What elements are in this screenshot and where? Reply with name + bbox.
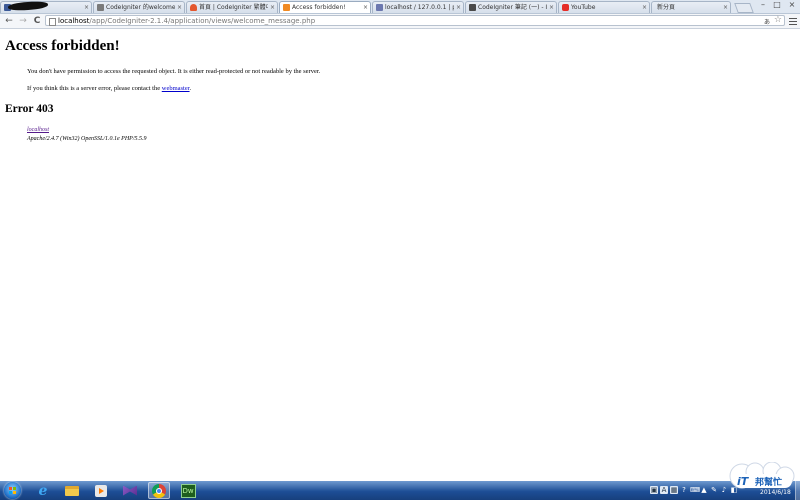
tab-access-forbidden[interactable]: Access forbidden! × <box>279 1 371 13</box>
tab-codeigniter-notes[interactable]: CodeIgniter 筆記 (一) - I × <box>465 1 557 13</box>
url-host: localhost <box>58 17 90 25</box>
tray-ime-icon[interactable]: ▣ <box>650 486 658 494</box>
localhost-link[interactable]: localhost <box>27 127 49 133</box>
taskbar-date[interactable]: 2014/6/18 <box>760 489 791 496</box>
tab-title: 首頁 | CodeIgniter 繁體中 <box>199 4 268 11</box>
xampp-favicon-icon <box>283 4 290 11</box>
permission-message: You don't have permission to access the … <box>27 68 321 75</box>
taskbar-media-player[interactable] <box>90 482 112 499</box>
windows-logo-icon <box>9 487 16 494</box>
svg-text:iT: iT <box>737 475 750 488</box>
tray-volume-icon[interactable]: ♪ <box>720 486 728 494</box>
maximize-button[interactable]: □ <box>770 0 784 9</box>
ithome-watermark-logo: iT 邦幫忙 <box>729 462 795 489</box>
svg-text:邦幫忙: 邦幫忙 <box>755 476 782 488</box>
contact-suffix: . <box>189 85 192 92</box>
tab-title: Access forbidden! <box>292 4 346 11</box>
server-signature: Apache/2.4.7 (Win32) OpenSSL/1.0.1e PHP/… <box>27 136 147 142</box>
tray-keyboard-icon[interactable]: ⌨ <box>690 486 700 494</box>
youtube-favicon-icon <box>562 4 569 11</box>
close-icon[interactable]: × <box>84 2 89 13</box>
taskbar-dreamweaver[interactable]: Dw <box>177 482 199 499</box>
tray-help-icon[interactable]: ? <box>680 486 688 494</box>
webmaster-link[interactable]: webmaster <box>162 85 190 92</box>
taskbar: e Dw ▣ A ▦ ? ⌨ ▲ ✎ ♪ ◧ <box>0 481 800 500</box>
close-window-button[interactable]: × <box>785 0 799 9</box>
chrome-icon <box>152 483 166 498</box>
minimize-button[interactable]: – <box>756 0 770 9</box>
contact-message: If you think this is a server error, ple… <box>27 85 191 92</box>
contact-prefix: If you think this is a server error, ple… <box>27 85 162 92</box>
forward-button[interactable]: → <box>17 14 29 28</box>
tab-phpmyadmin[interactable]: localhost / 127.0.0.1 | p × <box>372 1 464 13</box>
taskbar-visual-studio[interactable] <box>119 482 141 499</box>
codeigniter-favicon-icon <box>97 4 104 11</box>
system-tray: ▣ A ▦ ? ⌨ ▲ ✎ ♪ ◧ <box>650 484 738 496</box>
server-address: localhost Apache/2.4.7 (Win32) OpenSSL/1… <box>27 126 146 144</box>
internet-explorer-icon: e <box>38 482 48 499</box>
close-icon[interactable]: × <box>177 2 182 13</box>
url-text[interactable]: localhost/app/CodeIgniter-2.1.4/applicat… <box>58 16 315 26</box>
close-icon[interactable]: × <box>549 2 554 13</box>
menu-hamburger-icon[interactable] <box>789 16 797 26</box>
tab-strip: × CodeIgniter 的welcome × 首頁 | CodeIgnite… <box>0 0 800 14</box>
tray-expand-icon[interactable]: ▲ <box>700 486 708 494</box>
close-icon[interactable]: × <box>642 2 647 13</box>
tray-pen-icon[interactable]: ✎ <box>710 486 718 494</box>
tab-title: CodeIgniter 的welcome <box>106 4 175 11</box>
error-code: Error 403 <box>5 103 54 115</box>
tab-title: localhost / 127.0.0.1 | p <box>385 4 454 11</box>
visual-studio-icon <box>123 485 137 496</box>
url-path: /app/CodeIgniter-2.1.4/application/views… <box>89 17 316 25</box>
close-icon[interactable]: × <box>363 2 368 13</box>
address-bar[interactable]: localhost/app/CodeIgniter-2.1.4/applicat… <box>45 15 785 26</box>
taskbar-chrome[interactable] <box>148 482 170 499</box>
bookmark-star-icon[interactable]: ☆ <box>774 15 782 25</box>
tab-codeigniter-welcome[interactable]: CodeIgniter 的welcome × <box>93 1 185 13</box>
media-player-icon <box>95 484 107 497</box>
back-button[interactable]: ← <box>3 14 15 28</box>
close-icon[interactable]: × <box>270 2 275 13</box>
tab-new-tab[interactable]: 新分頁 × <box>651 1 731 13</box>
taskbar-internet-explorer[interactable]: e <box>32 482 54 499</box>
tab-codeigniter-home[interactable]: 首頁 | CodeIgniter 繁體中 × <box>186 1 278 13</box>
taskbar-file-explorer[interactable] <box>61 482 83 499</box>
close-icon[interactable]: × <box>456 2 461 13</box>
tab-title: YouTube <box>571 4 596 11</box>
tray-grid-icon[interactable]: ▦ <box>670 486 678 494</box>
tab-title: 新分頁 <box>657 4 676 11</box>
page-icon <box>49 18 56 26</box>
dreamweaver-icon: Dw <box>180 483 196 498</box>
browser-toolbar: ← → C localhost/app/CodeIgniter-2.1.4/ap… <box>0 14 800 29</box>
blog-favicon-icon <box>469 4 476 11</box>
folder-icon <box>65 485 79 496</box>
reload-button[interactable]: C <box>31 14 43 28</box>
tray-language-icon[interactable]: A <box>660 486 668 494</box>
close-icon[interactable]: × <box>723 2 728 13</box>
fire-favicon-icon <box>190 4 197 11</box>
page-content: Access forbidden! You don't have permiss… <box>0 29 800 481</box>
phpmyadmin-favicon-icon <box>376 4 383 11</box>
new-tab-button[interactable] <box>734 3 754 13</box>
page-title: Access forbidden! <box>5 38 120 54</box>
start-button[interactable] <box>4 482 21 499</box>
translate-icon[interactable]: あ <box>764 17 770 26</box>
tab-title: CodeIgniter 筆記 (一) - I <box>478 4 547 11</box>
tab-youtube[interactable]: YouTube × <box>558 1 650 13</box>
